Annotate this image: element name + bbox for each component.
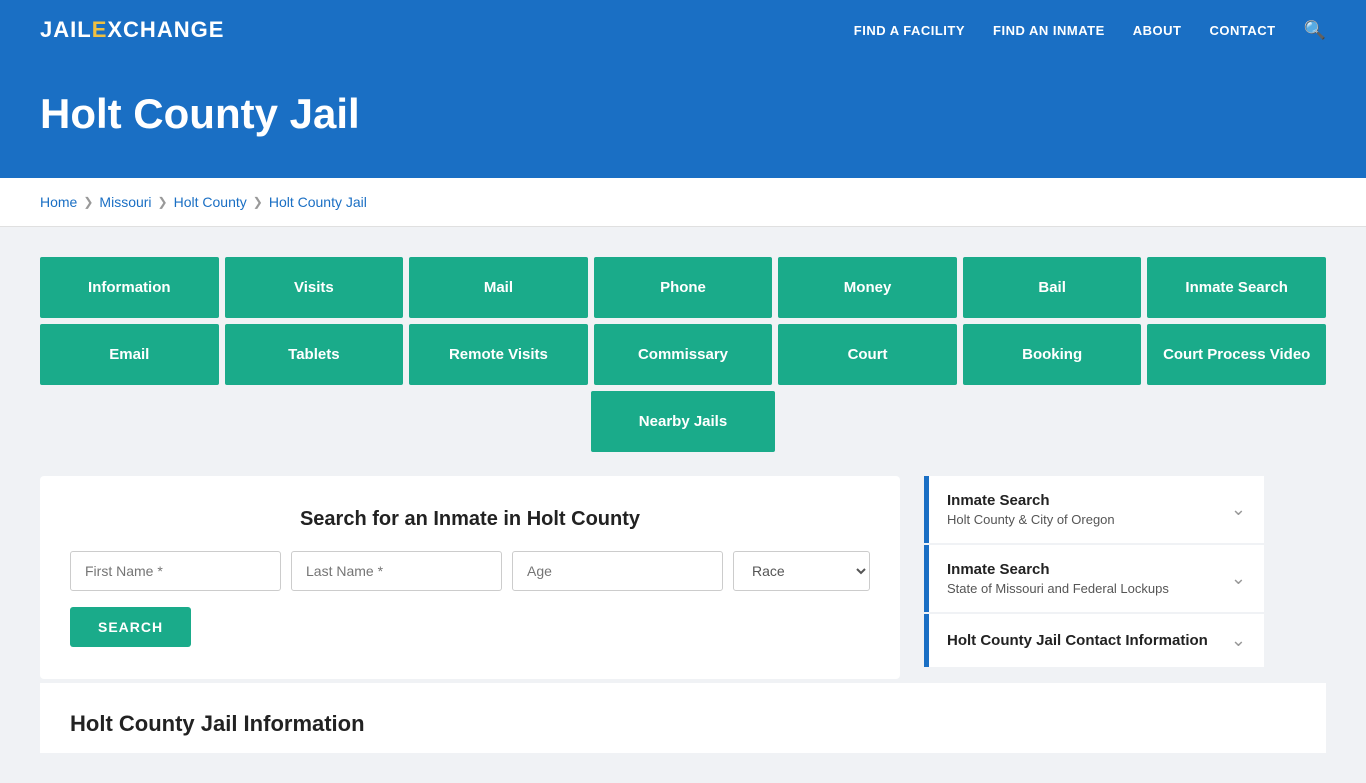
main-content: Information Visits Mail Phone Money Bail… xyxy=(0,227,1366,783)
nearby-jails-btn[interactable]: Nearby Jails xyxy=(591,391,775,452)
bail-btn[interactable]: Bail xyxy=(963,257,1142,318)
phone-btn[interactable]: Phone xyxy=(594,257,773,318)
search-title: Search for an Inmate in Holt County xyxy=(70,508,870,531)
site-header: JAILEXCHANGE FIND A FACILITY FIND AN INM… xyxy=(0,0,1366,60)
right-sidebar: Inmate Search Holt County & City of Oreg… xyxy=(924,476,1264,669)
mail-btn[interactable]: Mail xyxy=(409,257,588,318)
sidebar-item-title-1: Inmate Search xyxy=(947,492,1115,509)
breadcrumb-sep-2: ❯ xyxy=(158,195,168,209)
search-button[interactable]: SEARCH xyxy=(70,607,191,647)
breadcrumb-sep-1: ❯ xyxy=(83,195,93,209)
search-icon[interactable]: 🔍 xyxy=(1304,20,1326,41)
court-btn[interactable]: Court xyxy=(778,324,957,385)
money-btn[interactable]: Money xyxy=(778,257,957,318)
logo-xchange: XCHANGE xyxy=(107,17,224,42)
sidebar-item-title-2: Inmate Search xyxy=(947,561,1169,578)
breadcrumb-home[interactable]: Home xyxy=(40,194,77,210)
chevron-down-icon-2: ⌄ xyxy=(1231,568,1246,589)
remote-visits-btn[interactable]: Remote Visits xyxy=(409,324,588,385)
breadcrumb-current: Holt County Jail xyxy=(269,194,367,210)
court-process-video-btn[interactable]: Court Process Video xyxy=(1147,324,1326,385)
nav-find-an-inmate[interactable]: FIND AN INMATE xyxy=(993,23,1105,38)
chevron-down-icon-3: ⌄ xyxy=(1231,630,1246,651)
tablets-btn[interactable]: Tablets xyxy=(225,324,404,385)
hero-section: Holt County Jail xyxy=(0,60,1366,178)
breadcrumb: Home ❯ Missouri ❯ Holt County ❯ Holt Cou… xyxy=(40,194,1326,210)
nav-find-a-facility[interactable]: FIND A FACILITY xyxy=(854,23,965,38)
breadcrumb-holt-county[interactable]: Holt County xyxy=(174,194,247,210)
breadcrumb-sep-3: ❯ xyxy=(253,195,263,209)
sidebar-item-subtitle-2: State of Missouri and Federal Lockups xyxy=(947,581,1169,596)
button-grid-row1: Information Visits Mail Phone Money Bail… xyxy=(40,257,1326,318)
info-section: Holt County Jail Information xyxy=(40,683,1326,753)
sidebar-item-subtitle-1: Holt County & City of Oregon xyxy=(947,512,1115,527)
information-btn[interactable]: Information xyxy=(40,257,219,318)
breadcrumb-missouri[interactable]: Missouri xyxy=(99,194,151,210)
lower-section: Search for an Inmate in Holt County Race… xyxy=(40,476,1326,679)
age-input[interactable] xyxy=(512,551,723,591)
logo-e: E xyxy=(92,17,108,42)
inmate-search-btn[interactable]: Inmate Search xyxy=(1147,257,1326,318)
nav-about[interactable]: ABOUT xyxy=(1133,23,1182,38)
first-name-input[interactable] xyxy=(70,551,281,591)
button-grid-row2: Email Tablets Remote Visits Commissary C… xyxy=(40,324,1326,385)
sidebar-contact-info[interactable]: Holt County Jail Contact Information ⌄ xyxy=(924,614,1264,667)
info-title: Holt County Jail Information xyxy=(70,711,1296,737)
search-panel: Search for an Inmate in Holt County Race… xyxy=(40,476,900,679)
last-name-input[interactable] xyxy=(291,551,502,591)
visits-btn[interactable]: Visits xyxy=(225,257,404,318)
sidebar-item-title-3: Holt County Jail Contact Information xyxy=(947,632,1208,649)
page-title: Holt County Jail xyxy=(40,90,1326,138)
button-grid-row3: Nearby Jails xyxy=(40,391,1326,452)
search-fields: Race White Black Hispanic Asian Other xyxy=(70,551,870,591)
sidebar-inmate-search-holt[interactable]: Inmate Search Holt County & City of Oreg… xyxy=(924,476,1264,543)
nav-contact[interactable]: CONTACT xyxy=(1209,23,1275,38)
sidebar-inmate-search-missouri[interactable]: Inmate Search State of Missouri and Fede… xyxy=(924,545,1264,612)
main-nav: FIND A FACILITY FIND AN INMATE ABOUT CON… xyxy=(854,20,1326,41)
chevron-down-icon-1: ⌄ xyxy=(1231,499,1246,520)
race-select[interactable]: Race White Black Hispanic Asian Other xyxy=(733,551,870,591)
breadcrumb-bar: Home ❯ Missouri ❯ Holt County ❯ Holt Cou… xyxy=(0,178,1366,227)
email-btn[interactable]: Email xyxy=(40,324,219,385)
logo-jail: JAIL xyxy=(40,17,92,42)
commissary-btn[interactable]: Commissary xyxy=(594,324,773,385)
booking-btn[interactable]: Booking xyxy=(963,324,1142,385)
site-logo[interactable]: JAILEXCHANGE xyxy=(40,17,224,43)
